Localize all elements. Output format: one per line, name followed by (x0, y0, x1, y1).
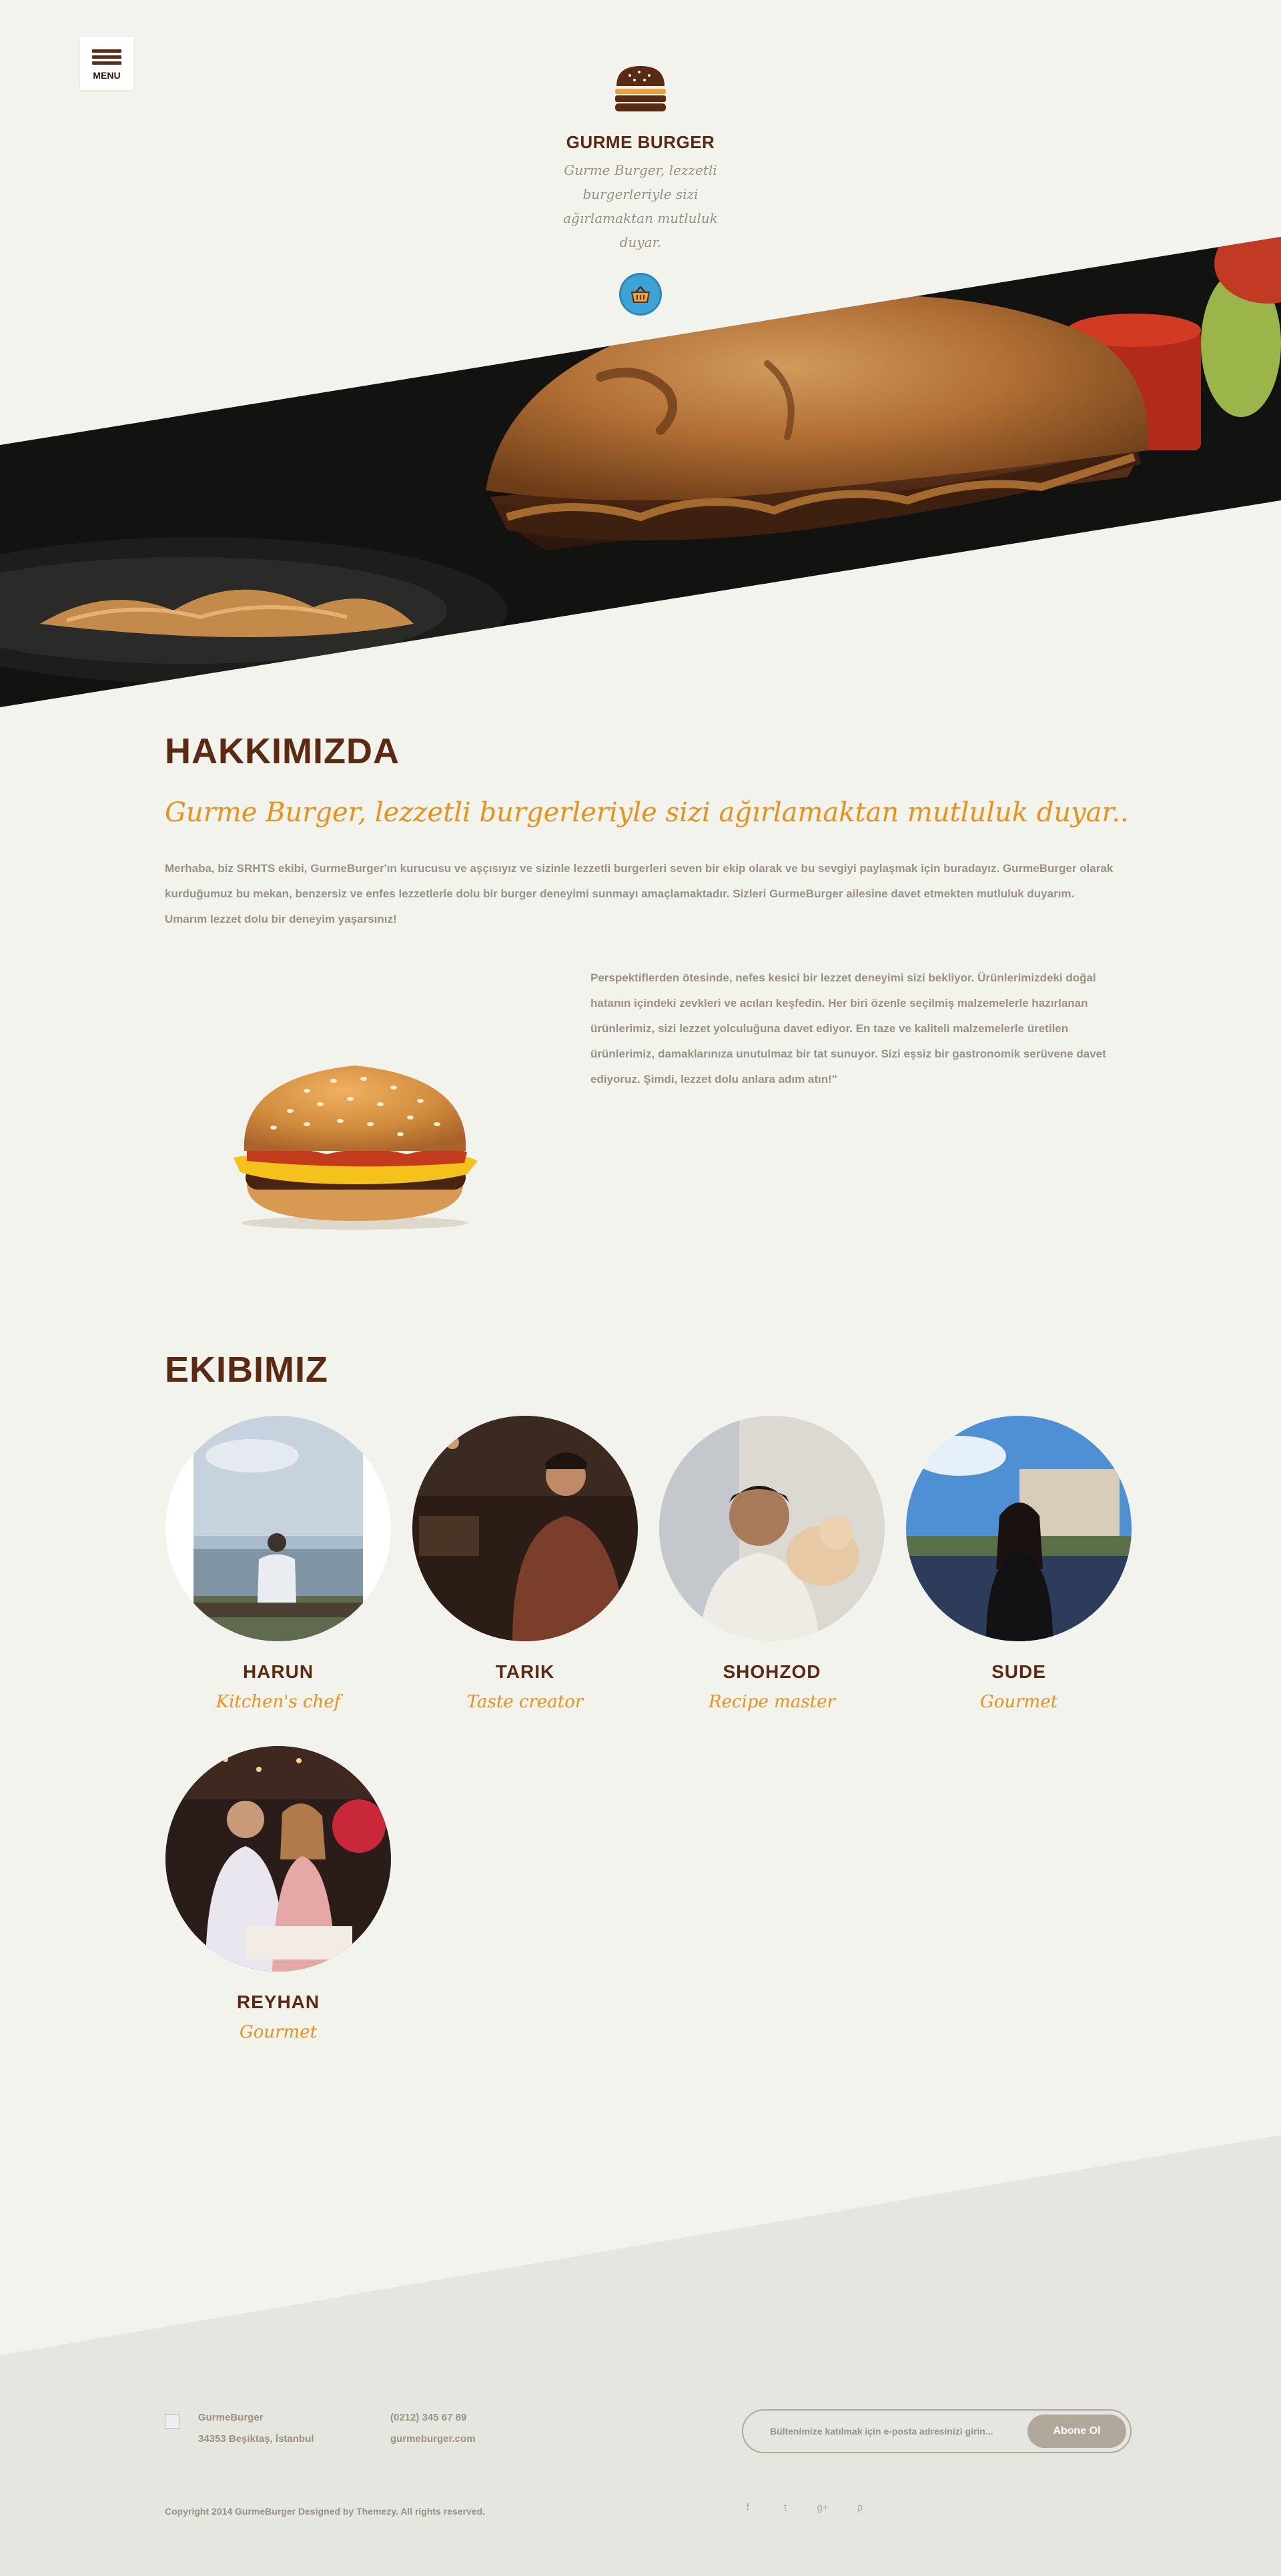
menu-button[interactable]: MENU (80, 37, 133, 90)
member-name: HARUN (242, 1661, 314, 1682)
footer-logo-image (165, 2414, 179, 2429)
team-member-card: TARIK Taste creator (412, 1416, 638, 1712)
footer-company: GurmeBurger (198, 2412, 264, 2423)
avatar (906, 1416, 1132, 1641)
member-role: Recipe master (709, 1692, 835, 1712)
subscribe-button[interactable]: Abone Ol (1027, 2415, 1126, 2448)
hero-burger-image (0, 237, 1281, 707)
member-name: SHOHZOD (723, 1661, 821, 1682)
team-member-card: SHOHZOD Recipe master (659, 1416, 885, 1712)
avatar (412, 1416, 638, 1641)
team-member-card: SUDE Gourmet (905, 1416, 1132, 1712)
social-links: f t g+ p (742, 2502, 866, 2513)
avatar (165, 1746, 391, 1972)
member-role: Gourmet (239, 2022, 318, 2042)
pinterest-icon[interactable]: p (854, 2502, 866, 2513)
about-paragraph-2: Perspektiflerden ötesinde, nefes kesici … (590, 971, 1106, 1086)
about-subtitle: Gurme Burger, lezzetli burgerleriyle siz… (165, 797, 1129, 828)
newsletter-email-input[interactable] (770, 2426, 1027, 2437)
menu-label: MENU (93, 69, 121, 81)
member-role: Kitchen's chef (216, 1692, 341, 1712)
google-plus-icon[interactable]: g+ (817, 2502, 829, 2513)
team-member-card: HARUN Kitchen's chef (165, 1416, 392, 1712)
burger-logo-icon (615, 66, 666, 111)
footer-website[interactable]: gurmeburger.com (390, 2429, 476, 2450)
footer-contact: (0212) 345 67 89 gurmeburger.com (390, 2407, 476, 2450)
about-title: HAKKIMIZDA (165, 731, 400, 771)
member-name: SUDE (991, 1661, 1046, 1682)
team-title: EKIBIMIZ (165, 1350, 328, 1390)
footer-address-line: 34353 Beşiktaş, İstanbul (198, 2433, 314, 2445)
member-name: TARIK (495, 1661, 555, 1682)
about-paragraph-1: Merhaba, biz SRHTS ekibi, GurmeBurger'ın… (165, 862, 1114, 925)
team-member-card: REYHAN Gourmet (165, 1746, 392, 2042)
footer-address: GurmeBurger 34353 Beşiktaş, İstanbul (198, 2407, 314, 2450)
cheeseburger-image (234, 1065, 478, 1230)
newsletter-form: Abone Ol (742, 2409, 1132, 2453)
member-role: Gourmet (979, 1692, 1058, 1712)
member-role: Taste creator (466, 1692, 584, 1712)
brand-name: GURME BURGER (566, 132, 715, 152)
member-name: REYHAN (236, 1992, 320, 2012)
twitter-icon[interactable]: t (779, 2502, 791, 2513)
hamburger-icon (92, 47, 121, 67)
footer-phone: (0212) 345 67 89 (390, 2412, 467, 2423)
copyright-text: Copyright 2014 GurmeBurger Designed by T… (165, 2506, 486, 2517)
avatar (165, 1416, 391, 1641)
facebook-icon[interactable]: f (742, 2502, 754, 2513)
avatar (659, 1416, 885, 1641)
